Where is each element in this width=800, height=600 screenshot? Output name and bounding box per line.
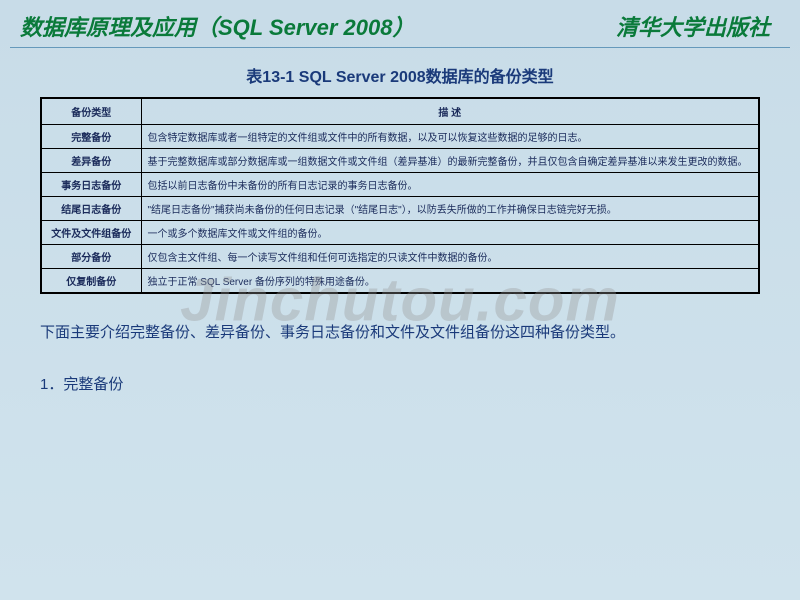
cell-desc: "结尾日志备份"捕获尚未备份的任何日志记录（"结尾日志"），以防丢失所做的工作并… bbox=[141, 197, 759, 221]
cell-desc: 包括以前日志备份中未备份的所有日志记录的事务日志备份。 bbox=[141, 173, 759, 197]
book-title: 数据库原理及应用（SQL Server 2008） bbox=[20, 10, 415, 42]
table-row: 部分备份 仅包含主文件组、每一个读写文件组和任何可选指定的只读文件中数据的备份。 bbox=[41, 245, 759, 269]
cell-type: 完整备份 bbox=[41, 125, 141, 149]
cell-desc: 一个或多个数据库文件或文件组的备份。 bbox=[141, 221, 759, 245]
table-row: 事务日志备份 包括以前日志备份中未备份的所有日志记录的事务日志备份。 bbox=[41, 173, 759, 197]
header-divider bbox=[10, 47, 790, 48]
table-container: 备份类型 描 述 完整备份 包含特定数据库或者一组特定的文件组或文件中的所有数据… bbox=[0, 97, 800, 294]
cell-type: 仅复制备份 bbox=[41, 269, 141, 294]
body-content: 下面主要介绍完整备份、差异备份、事务日志备份和文件及文件组备份这四种备份类型。 … bbox=[0, 294, 800, 398]
table-header-row: 备份类型 描 述 bbox=[41, 98, 759, 125]
backup-types-table: 备份类型 描 述 完整备份 包含特定数据库或者一组特定的文件组或文件中的所有数据… bbox=[40, 97, 760, 294]
table-row: 完整备份 包含特定数据库或者一组特定的文件组或文件中的所有数据，以及可以恢复这些… bbox=[41, 125, 759, 149]
cell-desc: 包含特定数据库或者一组特定的文件组或文件中的所有数据，以及可以恢复这些数据的足够… bbox=[141, 125, 759, 149]
header-type: 备份类型 bbox=[41, 98, 141, 125]
table-row: 结尾日志备份 "结尾日志备份"捕获尚未备份的任何日志记录（"结尾日志"），以防丢… bbox=[41, 197, 759, 221]
cell-type: 文件及文件组备份 bbox=[41, 221, 141, 245]
table-row: 仅复制备份 独立于正常 SQL Server 备份序列的特殊用途备份。 bbox=[41, 269, 759, 294]
intro-paragraph: 下面主要介绍完整备份、差异备份、事务日志备份和文件及文件组备份这四种备份类型。 bbox=[40, 319, 760, 346]
publisher: 清华大学出版社 bbox=[616, 10, 770, 42]
cell-type: 差异备份 bbox=[41, 149, 141, 173]
table-caption: 表13-1 SQL Server 2008数据库的备份类型 bbox=[0, 63, 800, 87]
header-desc: 描 述 bbox=[141, 98, 759, 125]
table-row: 文件及文件组备份 一个或多个数据库文件或文件组的备份。 bbox=[41, 221, 759, 245]
cell-type: 结尾日志备份 bbox=[41, 197, 141, 221]
cell-type: 事务日志备份 bbox=[41, 173, 141, 197]
slide-header: 数据库原理及应用（SQL Server 2008） 清华大学出版社 bbox=[0, 0, 800, 47]
cell-type: 部分备份 bbox=[41, 245, 141, 269]
section-heading: 1．完整备份 bbox=[40, 371, 760, 398]
cell-desc: 仅包含主文件组、每一个读写文件组和任何可选指定的只读文件中数据的备份。 bbox=[141, 245, 759, 269]
table-row: 差异备份 基于完整数据库或部分数据库或一组数据文件或文件组（差异基准）的最新完整… bbox=[41, 149, 759, 173]
cell-desc: 基于完整数据库或部分数据库或一组数据文件或文件组（差异基准）的最新完整备份，并且… bbox=[141, 149, 759, 173]
cell-desc: 独立于正常 SQL Server 备份序列的特殊用途备份。 bbox=[141, 269, 759, 294]
